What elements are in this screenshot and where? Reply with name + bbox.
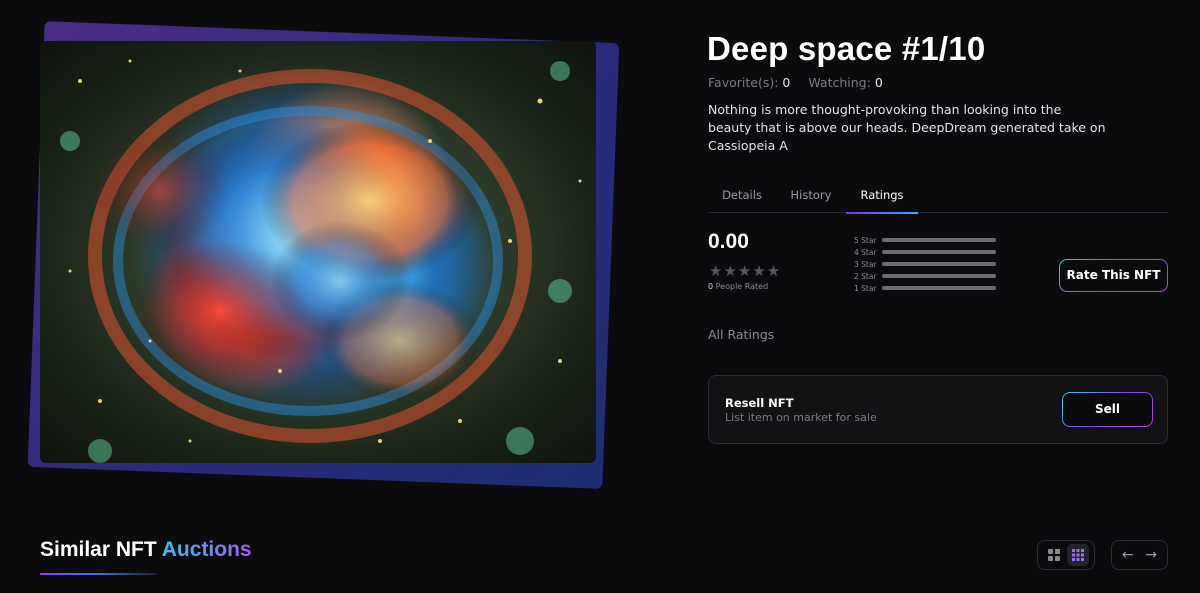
watching-label: Watching:: [808, 75, 871, 90]
nft-artwork-container: [27, 21, 620, 489]
similar-heading-accent: Auctions: [161, 538, 252, 561]
rate-nft-button-label: Rate This NFT: [1060, 260, 1167, 291]
arrow-right-icon[interactable]: →: [1140, 544, 1162, 566]
rating-bar-row: 2 Star: [854, 270, 996, 282]
tab-details[interactable]: Details: [708, 184, 776, 213]
favorites-count: 0: [782, 75, 791, 90]
nft-description: Nothing is more thought-provoking than l…: [708, 102, 1106, 153]
resell-card: Resell NFT List item on market for sale …: [708, 375, 1168, 444]
rating-bar-label: 5 Star: [854, 235, 877, 245]
rating-bar-row: 5 Star: [854, 234, 996, 246]
nebula-illustration: [60, 59, 582, 463]
rating-bar-track: [882, 262, 996, 266]
rating-bar-track: [882, 250, 996, 254]
section-underline: [40, 573, 156, 575]
similar-heading-main: Similar NFT: [40, 538, 157, 561]
grid-small-icon[interactable]: [1067, 544, 1089, 566]
rating-bar-label: 2 Star: [854, 271, 877, 281]
rating-bar-track: [882, 286, 996, 290]
rating-stars: ★★★★★: [709, 262, 782, 280]
rating-bar-label: 1 Star: [854, 283, 877, 293]
sell-button[interactable]: Sell: [1062, 392, 1153, 427]
rate-nft-button[interactable]: Rate This NFT: [1059, 259, 1168, 292]
all-ratings-heading: All Ratings: [708, 327, 775, 342]
grid-large-icon[interactable]: [1043, 544, 1065, 566]
resell-subtitle: List item on market for sale: [725, 411, 877, 424]
rating-bar-label: 3 Star: [854, 259, 877, 269]
rating-distribution: 5 Star 4 Star 3 Star 2 Star 1 Star: [854, 234, 996, 294]
rating-bar-row: 4 Star: [854, 246, 996, 258]
rating-bar-row: 3 Star: [854, 258, 996, 270]
arrow-left-icon[interactable]: ←: [1117, 544, 1139, 566]
similar-auctions-heading: Similar NFT Auctions: [40, 538, 252, 562]
watching-count: 0: [874, 75, 883, 90]
nft-title: Deep space #1/10: [707, 30, 986, 67]
rating-bar-label: 4 Star: [854, 247, 877, 257]
people-rated-label: People Rated: [713, 282, 769, 291]
rating-bar-row: 1 Star: [854, 282, 996, 294]
sell-button-label: Sell: [1063, 393, 1152, 426]
carousel-nav: ← →: [1111, 540, 1168, 570]
average-rating: 0.00: [708, 230, 749, 253]
nft-stats: Favorite(s): 0 Watching: 0: [708, 75, 897, 90]
rating-bar-track: [882, 274, 996, 278]
resell-title: Resell NFT: [725, 396, 794, 410]
tab-history[interactable]: History: [778, 184, 844, 213]
people-rated: 0 People Rated: [708, 282, 768, 291]
nft-artwork-image[interactable]: [40, 41, 596, 463]
view-toggle: [1037, 540, 1095, 570]
tab-ratings[interactable]: Ratings: [846, 184, 918, 214]
detail-tabs: Details History Ratings: [708, 184, 1168, 214]
rating-bar-track: [882, 238, 996, 242]
favorites-label: Favorite(s):: [708, 75, 779, 90]
